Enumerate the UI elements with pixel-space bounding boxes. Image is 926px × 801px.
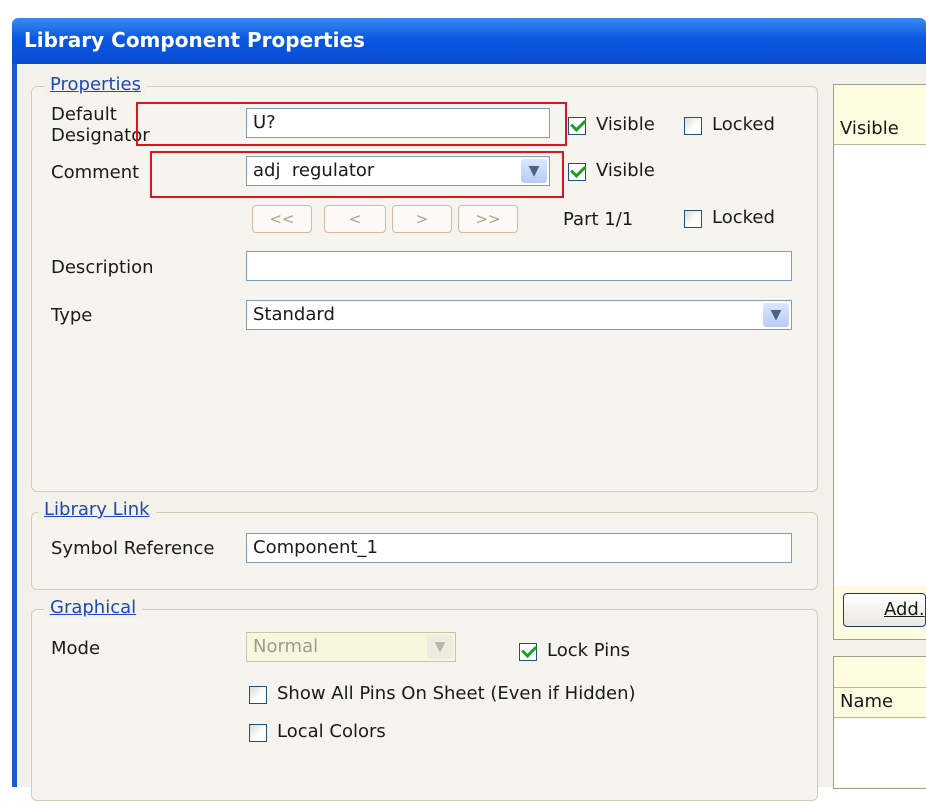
parameters-list[interactable] [834,146,926,586]
library-link-legend: Library Link [38,499,156,520]
last-part-button[interactable]: >> [458,205,518,233]
designator-locked-label: Locked [712,114,775,135]
part-locked-label: Locked [712,207,775,228]
part-indicator: Part 1/1 [563,209,634,230]
show-all-pins-label: Show All Pins On Sheet (Even if Hidden) [277,683,636,704]
parameters-column-visible[interactable]: Visible [834,115,926,145]
show-all-pins-checkbox[interactable] [249,686,267,704]
window-title: Library Component Properties [24,28,365,52]
local-colors-label: Local Colors [277,721,386,742]
designator-locked-checkbox[interactable] [684,117,702,135]
type-label: Type [51,305,93,326]
add-parameter-button[interactable]: Add. [843,593,926,627]
mode-label: Mode [51,638,101,659]
properties-group [31,86,818,492]
designator-visible-label: Visible [596,114,655,135]
comment-value: adj regulator [253,160,375,181]
previous-part-button[interactable]: < [324,205,386,233]
chevron-down-icon[interactable]: ▼ [521,159,547,183]
local-colors-checkbox[interactable] [249,724,267,742]
description-label: Description [51,257,154,278]
comment-visible-label: Visible [596,160,655,181]
models-panel-top-strip [834,657,926,688]
models-column-name[interactable]: Name [834,688,926,718]
comment-combobox[interactable]: adj regulator ▼ [246,156,550,186]
next-part-button[interactable]: > [392,205,452,233]
models-list[interactable] [834,719,926,787]
lock-pins-checkbox[interactable] [519,643,537,661]
comment-visible-checkbox[interactable] [568,163,586,181]
type-combobox[interactable]: Standard ▼ [246,300,792,330]
properties-legend: Properties [44,74,147,95]
description-input[interactable] [246,251,792,281]
parameters-panel-top-strip [834,85,926,116]
graphical-legend: Graphical [44,597,143,618]
designator-visible-checkbox[interactable] [568,117,586,135]
designator-label: Default Designator [51,104,150,146]
designator-input[interactable]: U? [246,108,550,138]
symbol-reference-input[interactable]: Component_1 [246,533,792,563]
comment-label: Comment [51,162,140,183]
symbol-reference-label: Symbol Reference [51,538,215,559]
title-bar[interactable]: Library Component Properties [12,18,926,64]
type-value: Standard [253,304,335,325]
part-locked-checkbox[interactable] [684,210,702,228]
chevron-down-icon[interactable]: ▼ [427,635,453,659]
chevron-down-icon[interactable]: ▼ [763,303,789,327]
lock-pins-label: Lock Pins [547,640,631,661]
first-part-button[interactable]: << [252,205,312,233]
mode-value: Normal [253,636,319,657]
mode-combobox[interactable]: Normal ▼ [246,632,456,662]
